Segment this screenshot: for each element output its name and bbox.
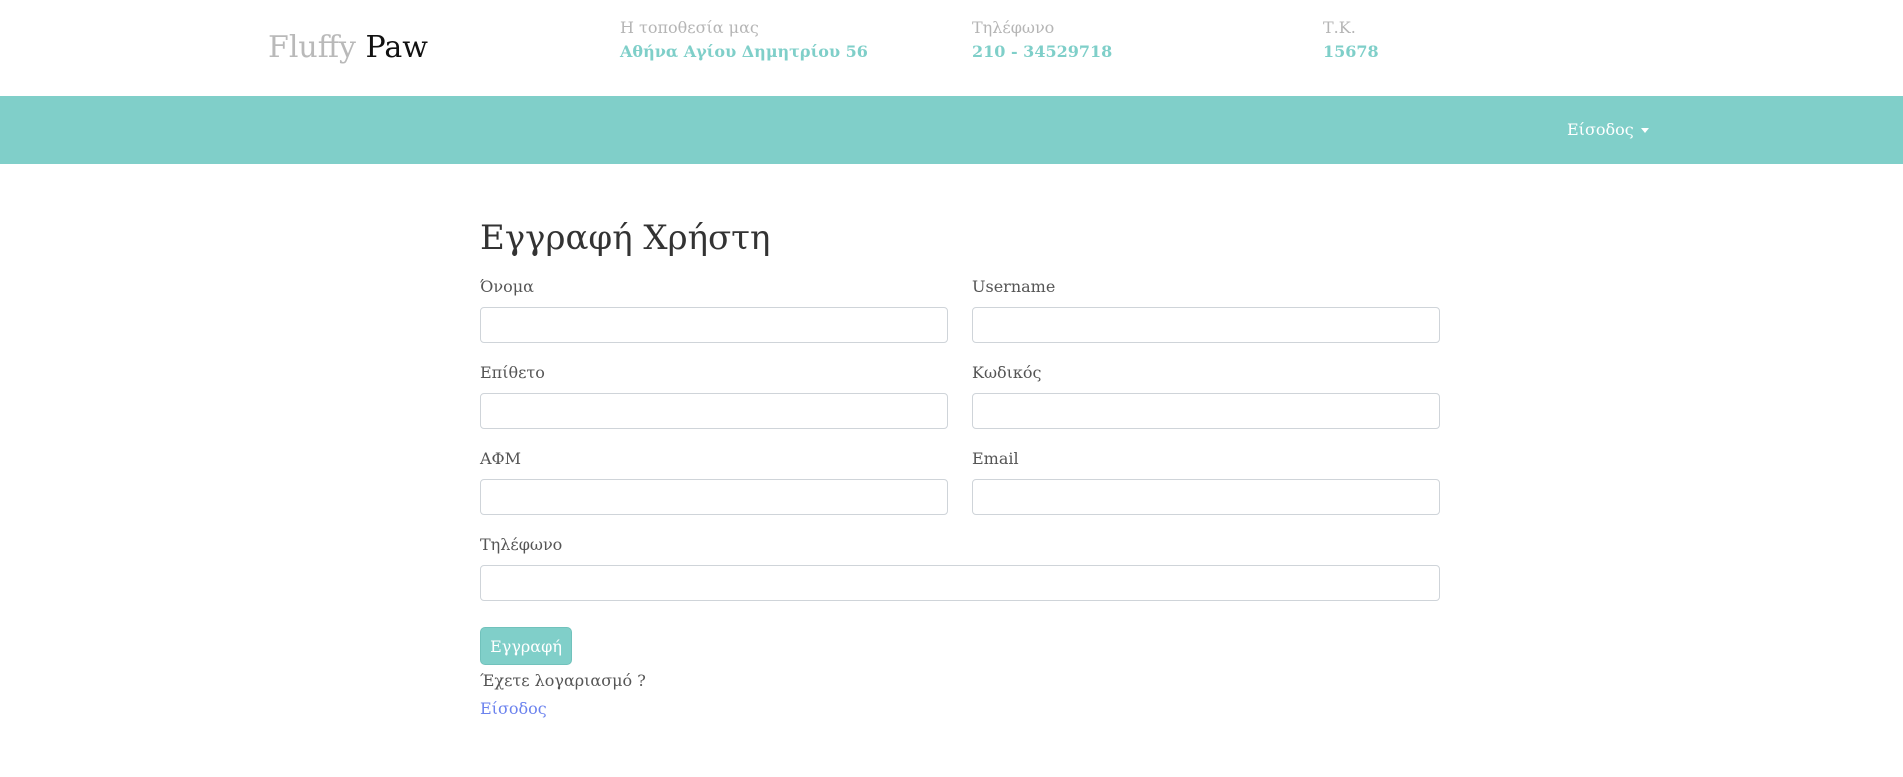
register-button[interactable]: Εγγραφή [480,627,572,665]
contact-location-value: Αθήνα Αγίου Δημητρίου 56 [620,42,868,61]
contact-postal-code-value: 15678 [1323,42,1379,61]
contact-postal-code-label: Τ.Κ. [1323,18,1356,37]
first-name-label: Όνομα [480,277,534,296]
phone-input[interactable] [480,565,1440,601]
login-link[interactable]: Είσοδος [480,698,547,720]
contact-phone: Τηλέφωνο 210 - 34529718 [972,16,1112,64]
first-name-input[interactable] [480,307,948,343]
last-name-label: Επίθετο [480,363,545,382]
contact-location-label: Η τοποθεσία μας [620,18,759,37]
password-label: Κωδικός [972,363,1042,382]
top-header: Fluffy Paw Η τοποθεσία μας Αθήνα Αγίου Δ… [0,0,1903,96]
brand-logo-dark: Paw [365,30,428,65]
nav-login-dropdown[interactable]: Είσοδος [1567,120,1649,140]
have-account-text: Έχετε λογαριασμό ? [480,671,646,690]
username-label: Username [972,277,1056,296]
password-input[interactable] [972,393,1440,429]
afm-label: ΑΦΜ [480,449,522,468]
afm-input[interactable] [480,479,948,515]
email-label: Email [972,449,1019,468]
nav-login-label: Είσοδος [1567,120,1634,139]
main-navbar: Είσοδος [0,96,1903,164]
contact-location: Η τοποθεσία μας Αθήνα Αγίου Δημητρίου 56 [620,16,868,64]
contact-phone-label: Τηλέφωνο [972,18,1055,37]
brand-logo-light: Fluffy [268,30,356,65]
page-title: Εγγραφή Χρήστη [480,218,771,258]
brand-logo[interactable]: Fluffy Paw [268,30,428,66]
contact-postal-code: Τ.Κ. 15678 [1323,16,1379,64]
username-input[interactable] [972,307,1440,343]
last-name-input[interactable] [480,393,948,429]
caret-down-icon [1640,128,1649,133]
phone-label: Τηλέφωνο [480,535,563,554]
contact-phone-value: 210 - 34529718 [972,42,1113,61]
email-input[interactable] [972,479,1440,515]
